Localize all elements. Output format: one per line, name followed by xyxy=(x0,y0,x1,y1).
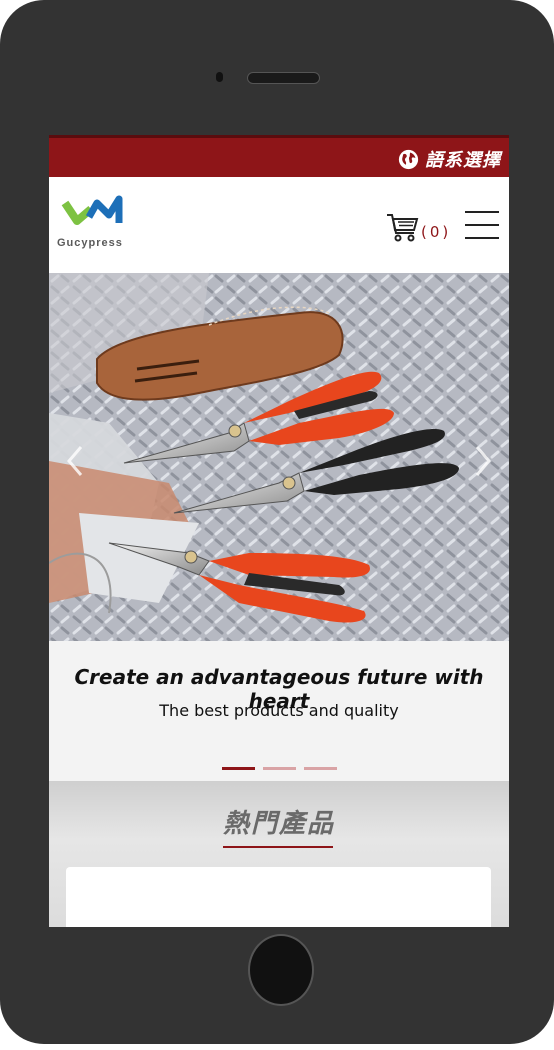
section-title: 熱門產品 xyxy=(222,809,335,839)
pruning-shears-products-photo xyxy=(49,273,509,641)
speaker-grille xyxy=(247,72,320,84)
product-card[interactable] xyxy=(66,867,491,927)
top-bar: 語系選擇 xyxy=(49,135,509,177)
cart-count: (0) xyxy=(421,223,452,241)
previous-slide-icon[interactable] xyxy=(61,441,87,481)
language-selector[interactable]: 語系選擇 xyxy=(398,146,501,172)
hamburger-menu-icon[interactable] xyxy=(465,211,499,239)
site-header: Gucypress (0) xyxy=(49,177,509,273)
title-underline xyxy=(223,846,333,848)
logo-mark-icon xyxy=(61,195,123,225)
home-button[interactable] xyxy=(248,934,314,1006)
screen: 語系選擇 Gucypress (0) Create an advantageou… xyxy=(49,135,509,927)
camera-dot xyxy=(216,72,223,82)
hot-products-section: 熱門產品 xyxy=(49,781,509,927)
slide-dot-2[interactable] xyxy=(262,767,296,770)
hero-banner xyxy=(49,273,509,641)
phone-frame: 語系選擇 Gucypress (0) Create an advantageou… xyxy=(0,0,554,1044)
logo-text: Gucypress xyxy=(57,237,123,249)
brand-logo[interactable]: Gucypress xyxy=(57,195,137,255)
banner-subtitle: The best products and quality xyxy=(159,701,399,720)
banner-caption: Create an advantageous future with heart… xyxy=(49,641,509,781)
slide-dot-1[interactable] xyxy=(221,767,255,770)
slide-dot-3[interactable] xyxy=(303,767,337,770)
globe-icon xyxy=(398,149,419,169)
cart-icon xyxy=(387,214,419,242)
next-slide-icon[interactable] xyxy=(471,441,497,481)
slide-indicators xyxy=(49,767,509,770)
language-label: 語系選擇 xyxy=(425,150,501,171)
cart-button[interactable]: (0) xyxy=(385,207,457,243)
